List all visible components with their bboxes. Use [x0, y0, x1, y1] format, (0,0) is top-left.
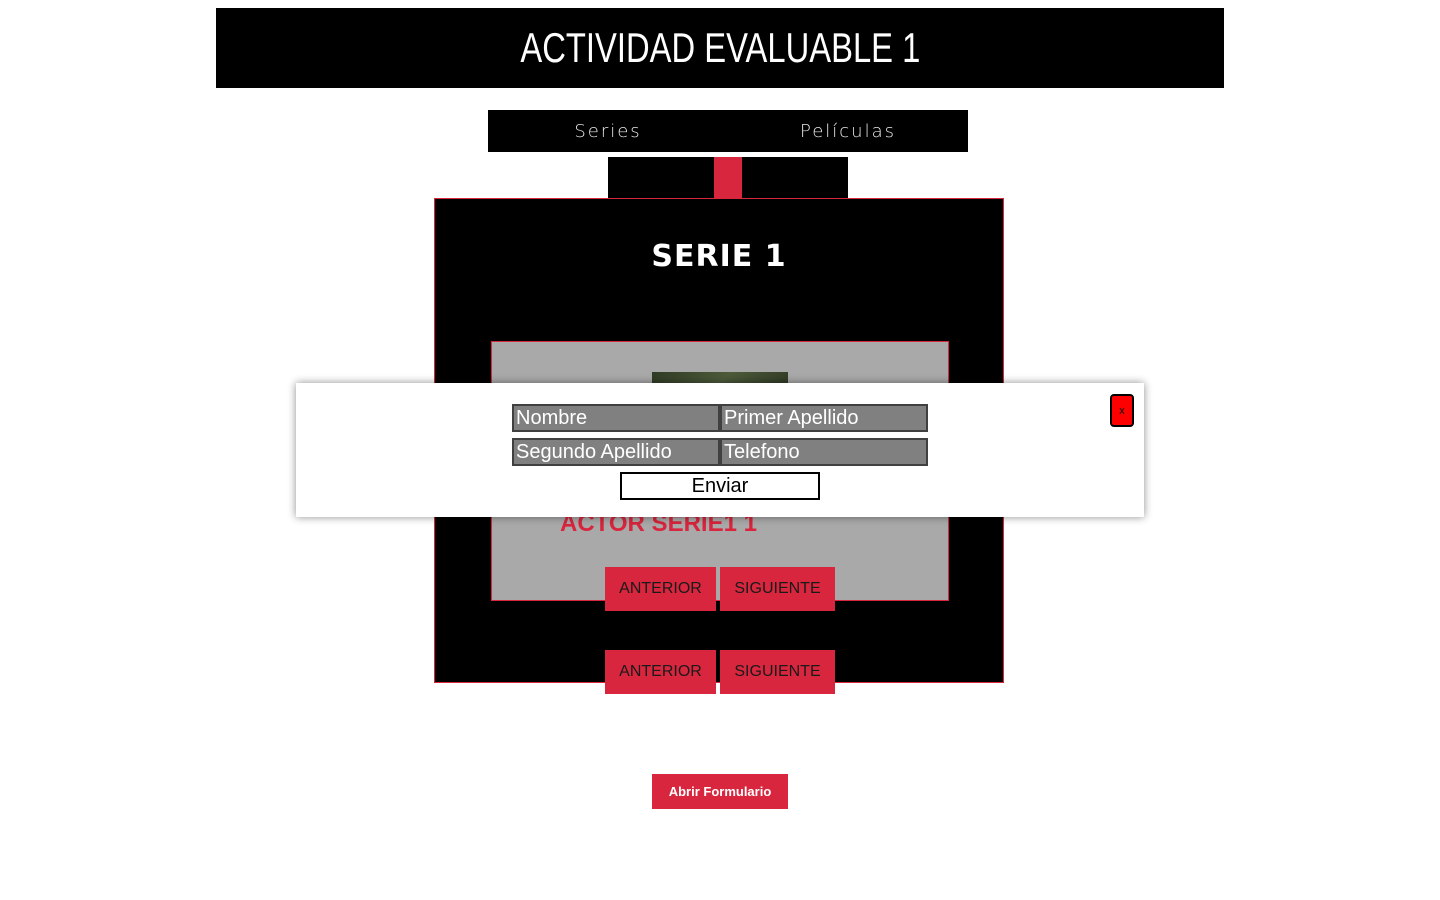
nombre-field[interactable] — [512, 404, 720, 432]
page: ACTIVIDAD EVALUABLE 1 Series Películas S… — [0, 0, 1440, 900]
page-header: ACTIVIDAD EVALUABLE 1 — [216, 8, 1224, 88]
active-tab-indicator-block — [608, 157, 848, 201]
enviar-button[interactable]: Enviar — [620, 472, 820, 500]
primer-apellido-field[interactable] — [720, 404, 928, 432]
actor-prev-button[interactable]: ANTERIOR — [605, 567, 716, 611]
form-modal: Enviar x — [296, 383, 1144, 517]
nav-item-peliculas[interactable]: Películas — [728, 110, 968, 152]
close-modal-button[interactable]: x — [1110, 394, 1134, 427]
actor-next-button[interactable]: SIGUIENTE — [720, 567, 835, 611]
open-form-button[interactable]: Abrir Formulario — [652, 774, 788, 809]
serie-title: SERIE 1 — [651, 239, 787, 274]
nav-item-series[interactable]: Series — [488, 110, 728, 152]
active-tab-marker — [714, 157, 742, 201]
serie-prev-button[interactable]: ANTERIOR — [605, 650, 716, 694]
serie-next-button[interactable]: SIGUIENTE — [720, 650, 835, 694]
main-nav: Series Películas — [488, 110, 968, 152]
telefono-field[interactable] — [720, 438, 928, 466]
segundo-apellido-field[interactable] — [512, 438, 720, 466]
page-title: ACTIVIDAD EVALUABLE 1 — [520, 24, 920, 71]
